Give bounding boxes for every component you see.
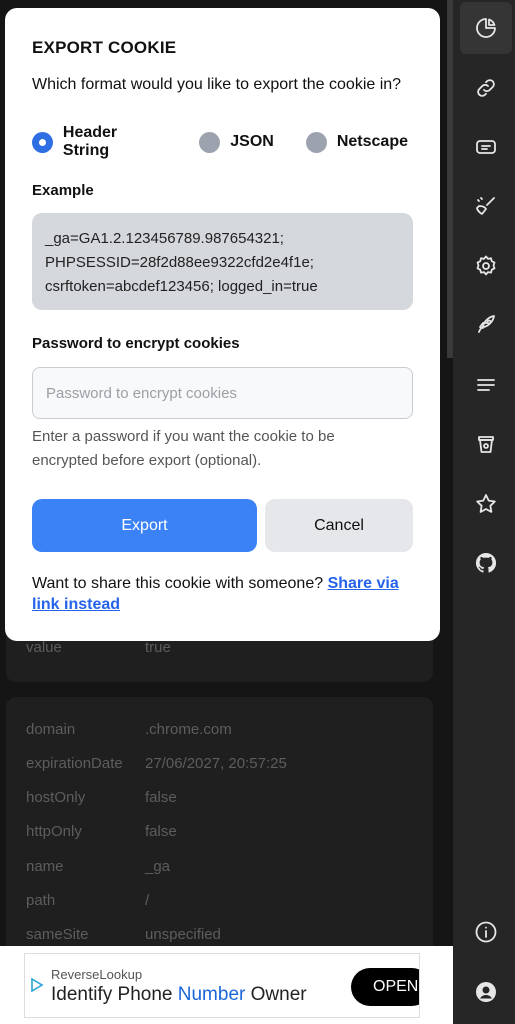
ad-headline-highlight: Number [177,984,246,1005]
format-option-header-string[interactable]: Header String [32,124,167,160]
sidebar-item-ticket[interactable] [460,121,512,173]
sidebar-item-settings[interactable] [460,240,512,292]
cookie-card[interactable]: domain .chrome.com expirationDate 27/06/… [6,697,433,957]
ad-banner[interactable]: ReverseLookup Identify Phone Number Owne… [24,953,420,1018]
cookie-field-value: .chrome.com [145,721,232,738]
sidebar-item-clean[interactable] [460,180,512,232]
password-input[interactable] [32,367,413,419]
cookie-field-key: sameSite [26,926,89,943]
sidebar-item-about[interactable] [460,906,512,958]
ad-headline-pre: Identify Phone [51,984,178,1005]
example-line: _ga=GA1.2.123456789.987654321; [45,230,284,247]
password-hint: Enter a password if you want the cookie … [32,428,335,469]
cookie-field-key: expirationDate [26,755,123,772]
cookie-field-row: expirationDate 27/06/2027, 20:57:25 [26,755,423,777]
info-icon [475,921,497,943]
format-option-netscape[interactable]: Netscape [305,131,408,153]
sidebar-item-logs[interactable] [460,359,512,411]
ad-choices-icon[interactable] [30,978,44,992]
cookie-field-key: domain [26,721,76,738]
menu-lines-icon [477,379,495,391]
export-cookie-dialog: EXPORT COOKIE Which format would you lik… [5,8,440,641]
export-button[interactable]: Export [32,499,257,552]
format-radio-group: Header String JSON Netscape [32,124,440,160]
example-label: Example [32,182,94,199]
radio-unchecked-icon[interactable] [199,131,221,153]
coffee-cup-icon [478,436,494,453]
sidebar-item-cookies[interactable] [460,2,512,54]
cookie-field-value: / [145,892,150,909]
gear-icon [476,255,496,276]
format-question: Which format would you like to export th… [32,76,402,93]
cookie-field-key: value [26,639,62,656]
scrollbar-thumb[interactable] [447,0,453,358]
cookie-field-value: false [145,789,177,806]
cookie-field-key: hostOnly [26,789,86,806]
cookie-field-key: httpOnly [26,823,82,840]
user-icon [476,982,496,1002]
cookie-field-row: httpOnly false [26,823,423,845]
example-line: csrftoken=abcdef123456; logged_in=true [45,278,318,295]
format-option-label[interactable]: Netscape [337,133,408,151]
cookie-field-row: domain .chrome.com [26,721,423,743]
format-option-label[interactable]: Header String [63,124,167,160]
format-option-json[interactable]: JSON [199,131,274,153]
cookie-field-row: sameSite unspecified [26,926,423,948]
radio-unchecked-icon[interactable] [305,131,327,153]
github-icon [475,552,497,573]
link-icon [477,79,495,97]
cookie-field-row: hostOnly false [26,789,423,811]
ad-brand: ReverseLookup [51,967,143,982]
cookie-field-value: _ga [145,858,171,875]
pie-chart-icon [476,18,496,38]
share-text: Want to share this cookie with someone? [32,575,324,592]
broom-icon [476,197,495,215]
cookie-field-value: unspecified [145,926,221,943]
sidebar-item-github[interactable] [460,537,512,589]
cookie-field-value: 27/06/2027, 20:57:25 [145,755,287,772]
example-line: PHPSESSID=28f2d88ee9322cfd2e4f1e; [45,254,314,271]
ad-headline-post: Owner [245,984,307,1005]
rocket-icon [478,315,495,333]
cookie-field-value: true [145,639,171,656]
cookie-field-key: name [26,858,64,875]
example-preview: _ga=GA1.2.123456789.987654321; PHPSESSID… [32,213,413,310]
password-label: Password to encrypt cookies [32,335,240,352]
dialog-title: EXPORT COOKIE [32,38,177,57]
cookie-field-row: name _ga [26,858,423,880]
cookie-field-key: path [26,892,56,909]
ad-open-button[interactable]: OPEN [351,968,419,1006]
sidebar-item-release[interactable] [460,299,512,351]
share-prompt: Want to share this cookie with someone? … [32,573,412,615]
radio-checked-icon[interactable] [32,131,53,153]
cancel-button[interactable]: Cancel [265,499,413,552]
sidebar-item-donate[interactable] [460,418,512,470]
cookie-field-row: path / [26,892,423,914]
ad-headline: Identify Phone Number Owner [51,984,307,1006]
format-option-label[interactable]: JSON [230,133,274,151]
star-icon [476,494,496,513]
sidebar-item-rate[interactable] [460,478,512,530]
sidebar-item-link[interactable] [460,62,512,114]
cookie-field-row: value true [26,639,423,661]
ticket-icon [476,140,496,154]
cookie-field-value: false [145,823,177,840]
sidebar-item-account[interactable] [460,966,512,1018]
